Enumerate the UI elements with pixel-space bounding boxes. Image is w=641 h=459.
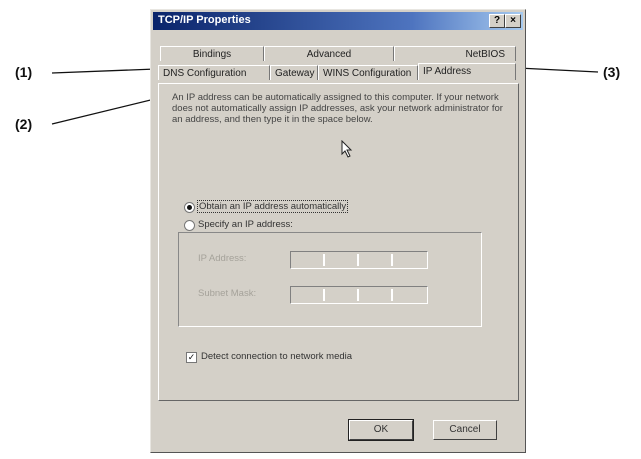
ip-separator [323, 289, 325, 301]
tab-ip-address[interactable]: IP Address [418, 63, 516, 80]
ip-separator [391, 254, 393, 266]
ip-address-label: IP Address: [198, 253, 247, 264]
option-obtain-automatically-label[interactable]: Obtain an IP address automatically [196, 200, 349, 213]
specify-ip-groupbox: IP Address: Subnet Mask: [178, 232, 482, 327]
ip-separator [357, 289, 359, 301]
mouse-pointer-icon [341, 140, 353, 158]
cancel-button[interactable]: Cancel [433, 420, 497, 440]
dialog-title: TCP/IP Properties [158, 14, 251, 26]
radio-obtain-automatically[interactable] [184, 202, 195, 213]
help-button[interactable]: ? [489, 14, 505, 28]
option-specify-ip-label[interactable]: Specify an IP address: [198, 219, 293, 230]
callout-1: (1) [15, 64, 33, 80]
subnet-mask-field[interactable] [290, 286, 428, 304]
ip-address-panel: An IP address can be automatically assig… [158, 83, 519, 401]
tab-bindings[interactable]: Bindings [160, 46, 264, 61]
tab-gateway[interactable]: Gateway [270, 65, 318, 80]
ip-address-field[interactable] [290, 251, 428, 269]
tab-wins-configuration[interactable]: WINS Configuration [318, 65, 418, 80]
ip-separator [357, 254, 359, 266]
title-bar[interactable]: TCP/IP Properties ? × [153, 12, 523, 30]
radio-specify-ip[interactable] [184, 220, 195, 231]
ip-separator [323, 254, 325, 266]
detect-media-label[interactable]: Detect connection to network media [201, 351, 352, 362]
ip-separator [391, 289, 393, 301]
subnet-mask-label: Subnet Mask: [198, 288, 257, 299]
tab-dns-configuration[interactable]: DNS Configuration [158, 65, 270, 80]
ok-button[interactable]: OK [348, 419, 414, 441]
callout-3: (3) [603, 64, 621, 80]
detect-media-checkbox[interactable]: ✓ [186, 352, 197, 363]
tab-netbios[interactable]: NetBIOS [394, 46, 516, 61]
tab-advanced[interactable]: Advanced [264, 46, 394, 61]
tcpip-properties-dialog: TCP/IP Properties ? × Bindings Advanced … [150, 9, 526, 453]
radio-selected-dot [187, 205, 192, 210]
close-button[interactable]: × [505, 14, 521, 28]
ip-description-text: An IP address can be automatically assig… [172, 92, 503, 125]
callout-2: (2) [15, 116, 33, 132]
